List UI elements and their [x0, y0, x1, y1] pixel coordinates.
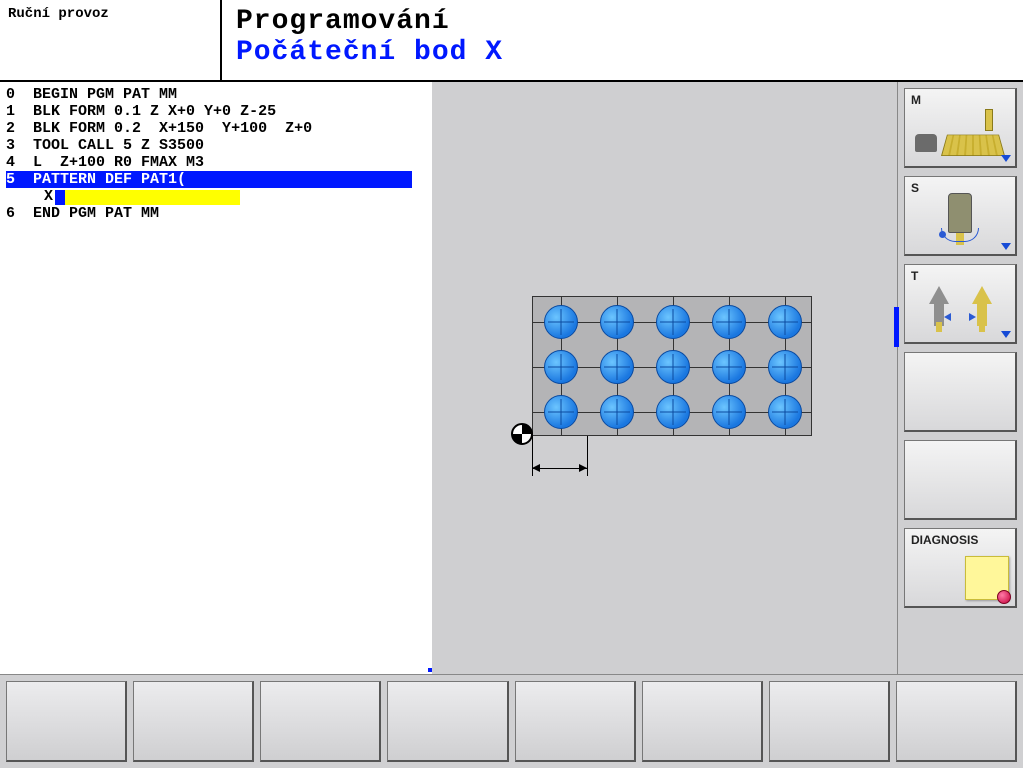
- sidebar: M S T: [897, 82, 1023, 674]
- text-cursor: [55, 190, 65, 205]
- softkey-2[interactable]: [133, 681, 254, 762]
- softkey-8[interactable]: [896, 681, 1017, 762]
- pattern-hole-icon: [544, 305, 578, 339]
- sidebar-label: DIAGNOSIS: [911, 533, 978, 547]
- main: 0 BEGIN PGM PAT MM 1 BLK FORM 0.1 Z X+0 …: [0, 82, 1023, 674]
- header: Ruční provoz Programování Počáteční bod …: [0, 0, 1023, 82]
- program-line[interactable]: 3 TOOL CALL 5 Z S3500: [6, 137, 426, 154]
- chevron-down-icon: [1001, 243, 1011, 250]
- pattern-hole-icon: [768, 350, 802, 384]
- sidebar-empty-button[interactable]: [904, 440, 1017, 520]
- tool-change-icon: [917, 279, 1003, 332]
- pattern-hole-icon: [712, 305, 746, 339]
- pattern-hole-icon: [768, 305, 802, 339]
- page-title: Programování: [236, 6, 1009, 37]
- sidebar-label: S: [911, 181, 919, 195]
- sidebar-t-button[interactable]: T: [904, 264, 1017, 344]
- spindle-icon: [929, 189, 991, 246]
- pattern-hole-icon: [768, 395, 802, 429]
- program-line[interactable]: 4 L Z+100 R0 FMAX M3: [6, 154, 426, 171]
- pattern-preview-pane: [432, 82, 897, 674]
- pattern-hole-icon: [656, 350, 690, 384]
- pattern-hole-icon: [600, 350, 634, 384]
- active-param-row[interactable]: X: [6, 188, 426, 205]
- scroll-indicator[interactable]: [894, 307, 899, 347]
- chevron-down-icon: [1001, 331, 1011, 338]
- pattern-grid: [532, 296, 812, 436]
- program-line-selected[interactable]: 5 PATTERN DEF PAT1(: [6, 171, 412, 188]
- sidebar-label: M: [911, 93, 921, 107]
- program-editor[interactable]: 0 BEGIN PGM PAT MM 1 BLK FORM 0.1 Z X+0 …: [0, 82, 432, 674]
- pin-icon: [997, 590, 1011, 604]
- program-line[interactable]: 6 END PGM PAT MM: [6, 205, 426, 222]
- sidebar-diagnosis-button[interactable]: DIAGNOSIS: [904, 528, 1017, 608]
- program-line[interactable]: 2 BLK FORM 0.2 X+150 Y+100 Z+0: [6, 120, 426, 137]
- header-right: Programování Počáteční bod X: [222, 0, 1023, 80]
- pattern-hole-icon: [656, 305, 690, 339]
- mode-label: Ruční provoz: [0, 0, 222, 80]
- sidebar-m-button[interactable]: M: [904, 88, 1017, 168]
- program-line[interactable]: 0 BEGIN PGM PAT MM: [6, 86, 426, 103]
- softkey-7[interactable]: [769, 681, 890, 762]
- softkey-4[interactable]: [387, 681, 508, 762]
- active-param-field[interactable]: [65, 190, 240, 205]
- pattern-hole-icon: [600, 395, 634, 429]
- softkey-bar: [0, 674, 1023, 768]
- softkey-1[interactable]: [6, 681, 127, 762]
- softkey-5[interactable]: [515, 681, 636, 762]
- sidebar-s-button[interactable]: S: [904, 176, 1017, 256]
- origin-icon: [511, 423, 533, 445]
- softkey-3[interactable]: [260, 681, 381, 762]
- pattern-hole-icon: [544, 395, 578, 429]
- pattern-hole-icon: [600, 305, 634, 339]
- pattern-hole-icon: [544, 350, 578, 384]
- active-param-label: X: [42, 188, 55, 205]
- machine-icon: [913, 113, 1007, 158]
- page-subtitle: Počáteční bod X: [236, 37, 1009, 68]
- sidebar-empty-button[interactable]: [904, 352, 1017, 432]
- program-line[interactable]: 1 BLK FORM 0.1 Z X+0 Y+0 Z-25: [6, 103, 426, 120]
- softkey-6[interactable]: [642, 681, 763, 762]
- chevron-down-icon: [1001, 155, 1011, 162]
- pattern-hole-icon: [712, 350, 746, 384]
- pattern-hole-icon: [712, 395, 746, 429]
- pattern-hole-icon: [656, 395, 690, 429]
